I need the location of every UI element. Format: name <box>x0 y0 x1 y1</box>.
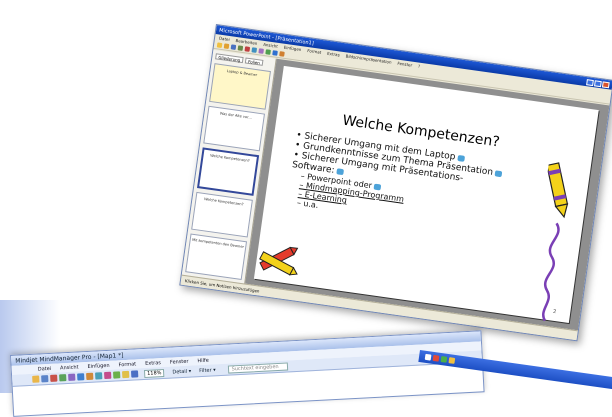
menu-einfuegen[interactable]: Einfügen <box>87 362 109 369</box>
slide-thumbnail-3[interactable]: Welche Kompetenzen? <box>197 147 260 196</box>
checkmark-icon <box>373 183 382 190</box>
relationship-icon[interactable] <box>104 371 112 380</box>
slide-thumbnail-text: Mit kompetenten den Beamer <box>191 238 245 250</box>
undo-icon[interactable] <box>265 49 271 55</box>
tray-icon[interactable] <box>440 356 448 363</box>
boundary-icon[interactable] <box>121 370 130 379</box>
checkmark-icon <box>494 169 503 177</box>
menu-format[interactable]: Format <box>118 361 136 368</box>
filter-dropdown[interactable]: Filter ▾ <box>199 367 216 374</box>
paste-icon[interactable] <box>258 48 264 54</box>
insert-chart-icon[interactable] <box>272 50 278 56</box>
save-icon[interactable] <box>230 44 237 50</box>
copy-icon[interactable] <box>251 47 258 53</box>
slide[interactable]: Welche Kompetenzen? • Sicherer Umgang mi… <box>253 65 599 324</box>
slide-thumbnail-text: Laptop & Beamer <box>226 68 258 78</box>
slide-thumbnail-text: Welche Kompetenzen? <box>203 196 244 207</box>
checkmark-icon <box>336 167 344 175</box>
menu-fenster[interactable]: Fenster <box>170 358 189 365</box>
menu-ansicht[interactable]: Ansicht <box>60 364 79 371</box>
redo-icon[interactable] <box>86 372 94 381</box>
slide-thumbnail-1[interactable]: Laptop & Beamer <box>209 63 271 110</box>
crayons-clipart-icon <box>259 246 299 276</box>
menu-datei[interactable]: Datei <box>38 365 52 372</box>
tab-gliederung[interactable]: Gliederung <box>215 53 244 64</box>
slide-thumbnail-text: Welche Kompetenzen? <box>210 153 250 164</box>
checkmark-icon <box>456 154 465 162</box>
new-map-icon[interactable] <box>32 375 40 383</box>
menu-hilfe[interactable]: Hilfe <box>197 357 209 364</box>
powerpoint-window: Microsoft PowerPoint - [Präsentation1] D… <box>179 24 612 342</box>
callout-icon[interactable] <box>113 371 121 379</box>
undo-icon[interactable] <box>77 373 85 381</box>
tab-folien[interactable]: Folien <box>244 57 264 66</box>
insert-table-icon[interactable] <box>279 51 285 57</box>
mindjet-window: Mindjet MindManager Pro - [Map1 *] Datei… <box>10 330 485 417</box>
minimize-button[interactable] <box>586 78 594 86</box>
slide-thumbnail-5[interactable]: Mit kompetenten den Beamer <box>185 233 247 281</box>
tray-icon[interactable] <box>432 354 440 362</box>
tray-icon[interactable] <box>448 357 456 364</box>
search-input[interactable]: Suchtext eingeben <box>227 361 288 374</box>
cut-icon[interactable] <box>244 46 251 52</box>
zoom-icon[interactable] <box>130 370 139 378</box>
slide-thumbnail-2[interactable]: Was der Alte vor… <box>203 105 266 152</box>
paste-icon[interactable] <box>68 373 76 381</box>
print-icon[interactable] <box>237 45 244 51</box>
new-icon[interactable] <box>216 42 223 49</box>
close-button[interactable] <box>602 80 610 88</box>
slide-thumbnail-text: Was der Alte vor… <box>219 111 253 120</box>
menu-help[interactable]: ? <box>418 64 421 69</box>
zoom-level-field[interactable]: 118% <box>143 368 165 378</box>
cut-icon[interactable] <box>50 374 58 382</box>
menu-extras[interactable]: Extras <box>145 360 161 367</box>
slide-thumbnail-4[interactable]: Welche Kompetenzen? <box>191 191 253 238</box>
topic-icon[interactable] <box>95 372 103 380</box>
detail-dropdown[interactable]: Detail ▾ <box>172 368 191 375</box>
save-icon[interactable] <box>41 375 49 383</box>
tray-icon[interactable] <box>424 353 432 361</box>
copy-icon[interactable] <box>59 374 67 382</box>
slide-canvas: Welche Kompetenzen? • Sicherer Umgang mi… <box>245 58 610 331</box>
open-folder-icon[interactable] <box>223 43 230 50</box>
maximize-button[interactable] <box>594 79 602 87</box>
